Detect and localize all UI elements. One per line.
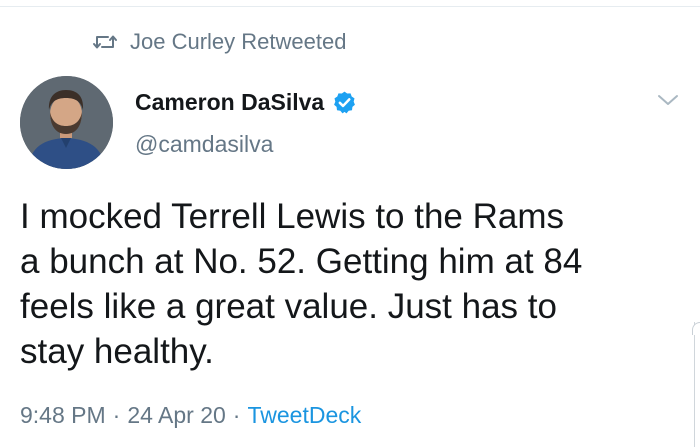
retweet-icon (92, 31, 118, 53)
tweet-text-line: feels like a great value. Just has to (20, 287, 557, 326)
tweet-text-line: stay healthy. (20, 332, 214, 371)
tweet-text-line: I mocked Terrell Lewis to the Rams (20, 197, 565, 236)
tweet-time[interactable]: 9:48 PM (20, 402, 106, 429)
top-divider (0, 6, 700, 7)
verified-badge-icon (332, 90, 357, 115)
avatar-silhouette-icon (20, 76, 113, 169)
edge-card-corner (692, 322, 700, 335)
avatar[interactable] (20, 76, 113, 169)
meta-separator: · (112, 401, 121, 428)
tweet-card[interactable]: Joe Curley Retweeted Cameron DaSilva @ca… (0, 0, 700, 447)
retweet-label[interactable]: Joe Curley Retweeted (130, 29, 346, 55)
author-name-row[interactable]: Cameron DaSilva (135, 86, 357, 118)
tweet-text-line: a bunch at No. 52. Getting him at 84 (20, 242, 583, 281)
author-handle[interactable]: @camdasilva (135, 131, 273, 158)
tweet-meta: 9:48 PM · 24 Apr 20 · TweetDeck (20, 398, 361, 432)
tweet-source-link[interactable]: TweetDeck (247, 402, 361, 429)
retweet-context[interactable]: Joe Curley Retweeted (92, 27, 346, 57)
display-name[interactable]: Cameron DaSilva (135, 89, 324, 116)
tweet-date[interactable]: 24 Apr 20 (127, 402, 225, 429)
edge-divider (694, 322, 695, 447)
chevron-down-icon[interactable] (656, 92, 680, 108)
meta-separator: · (232, 401, 241, 428)
tweet-text: I mocked Terrell Lewis to the Rams a bun… (20, 194, 670, 374)
